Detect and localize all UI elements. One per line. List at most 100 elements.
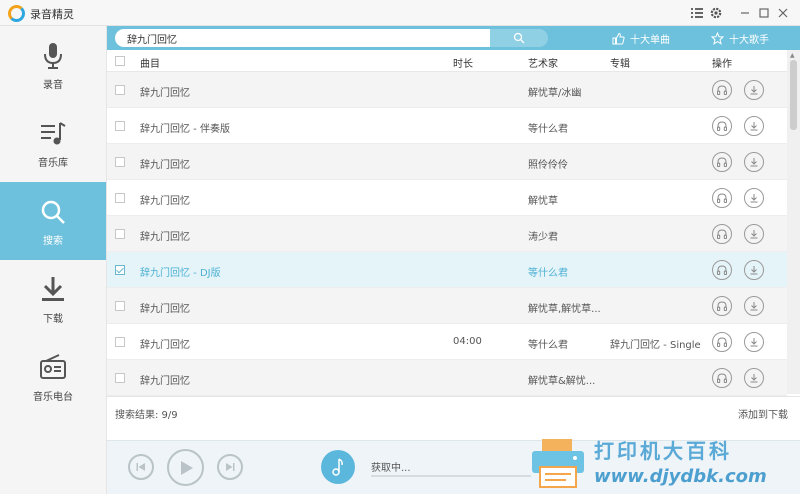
- row-checkbox[interactable]: [115, 337, 125, 347]
- sidebar-item-label: 搜索: [43, 236, 63, 247]
- download-button[interactable]: [744, 188, 764, 208]
- download-button[interactable]: [744, 152, 764, 172]
- headphones-icon: [717, 85, 728, 95]
- row-checkbox[interactable]: [115, 265, 125, 275]
- music-library-icon: [41, 122, 66, 145]
- sidebar-item-music-library[interactable]: 音乐库: [0, 104, 106, 182]
- previous-button[interactable]: [128, 454, 154, 480]
- table-row[interactable]: 辞九门回忆 照伶伶伶: [107, 144, 787, 180]
- song-artist: 等什么君: [528, 268, 568, 279]
- sidebar-item-label: 录音: [43, 80, 63, 91]
- download-icon: [750, 122, 758, 131]
- row-checkbox[interactable]: [115, 121, 125, 131]
- headphones-icon: [717, 193, 728, 203]
- search-header: 十大单曲 十大歌手: [107, 26, 800, 50]
- song-title: 辞九门回忆: [140, 376, 190, 387]
- song-artist: 解忧草,解忧草...: [528, 304, 601, 315]
- listen-button[interactable]: [712, 188, 732, 208]
- listen-button[interactable]: [712, 224, 732, 244]
- song-artist: 等什么君: [528, 124, 568, 135]
- headphones-icon: [717, 229, 728, 239]
- listen-button[interactable]: [712, 332, 732, 352]
- table-row[interactable]: 辞九门回忆 04:00 等什么君 辞九门回忆 - Single: [107, 324, 787, 360]
- song-duration: 04:00: [453, 336, 482, 347]
- top-singers-link[interactable]: 十大歌手: [711, 31, 769, 46]
- star-icon: [711, 32, 724, 45]
- thumbs-up-icon: [612, 32, 625, 45]
- headphones-icon: [717, 301, 728, 311]
- search-box: [115, 29, 547, 47]
- download-button[interactable]: [744, 332, 764, 352]
- sidebar-item-record[interactable]: 录音: [0, 26, 106, 104]
- search-input[interactable]: [127, 31, 487, 45]
- table-row[interactable]: 辞九门回忆 解忧草,解忧草...: [107, 288, 787, 324]
- table-header: 曲目 时长 艺术家 专辑 操作: [107, 50, 787, 72]
- select-all-checkbox[interactable]: [115, 56, 125, 66]
- download-icon: [42, 277, 64, 301]
- scroll-up-arrow-icon[interactable]: ▲: [790, 52, 795, 59]
- headphones-icon: [717, 265, 728, 275]
- play-icon: [181, 461, 193, 475]
- listen-button[interactable]: [712, 152, 732, 172]
- watermark-title: 打印机大百科: [594, 439, 732, 463]
- table-row[interactable]: 辞九门回忆 - DJ版 等什么君: [107, 252, 787, 288]
- table-scrollbar[interactable]: ▲: [787, 50, 800, 394]
- maximize-icon[interactable]: [757, 6, 771, 20]
- add-to-download-button[interactable]: 添加到下载: [738, 406, 788, 421]
- download-button[interactable]: [744, 80, 764, 100]
- results-footer: 搜索结果: 9/9 添加到下载: [107, 396, 800, 424]
- result-count: 搜索结果: 9/9: [115, 410, 178, 421]
- download-button[interactable]: [744, 224, 764, 244]
- scroll-thumb[interactable]: [790, 60, 797, 130]
- download-button[interactable]: [744, 116, 764, 136]
- next-button[interactable]: [217, 454, 243, 480]
- next-icon: [226, 463, 235, 471]
- table-row[interactable]: 辞九门回忆 涛少君: [107, 216, 787, 252]
- download-icon: [750, 338, 758, 347]
- close-icon[interactable]: [776, 6, 790, 20]
- download-icon: [750, 230, 758, 239]
- download-icon: [750, 302, 758, 311]
- title-bar: 录音精灵: [0, 0, 800, 26]
- column-header-artist: 艺术家: [528, 59, 558, 70]
- listen-button[interactable]: [712, 260, 732, 280]
- top-singers-label: 十大歌手: [729, 35, 769, 46]
- row-checkbox[interactable]: [115, 229, 125, 239]
- top-songs-link[interactable]: 十大单曲: [612, 31, 670, 46]
- sidebar-item-search[interactable]: 搜索: [0, 182, 106, 260]
- playback-progress[interactable]: [371, 475, 531, 477]
- song-title: 辞九门回忆: [140, 196, 190, 207]
- music-note-icon: [332, 458, 343, 476]
- search-button[interactable]: [490, 29, 548, 47]
- table-row[interactable]: 辞九门回忆 解忧草: [107, 180, 787, 216]
- row-checkbox[interactable]: [115, 373, 125, 383]
- row-checkbox[interactable]: [115, 301, 125, 311]
- listen-button[interactable]: [712, 116, 732, 136]
- play-button[interactable]: [167, 449, 204, 486]
- sidebar-item-download[interactable]: 下载: [0, 260, 106, 338]
- row-checkbox[interactable]: [115, 193, 125, 203]
- download-icon: [750, 86, 758, 95]
- download-button[interactable]: [744, 296, 764, 316]
- download-icon: [750, 158, 758, 167]
- download-button[interactable]: [744, 368, 764, 388]
- row-checkbox[interactable]: [115, 157, 125, 167]
- listen-button[interactable]: [712, 296, 732, 316]
- table-row[interactable]: 辞九门回忆 解忧草&解忧...: [107, 360, 787, 396]
- song-artist: 照伶伶伶: [528, 160, 568, 171]
- listen-button[interactable]: [712, 80, 732, 100]
- listen-button[interactable]: [712, 368, 732, 388]
- minimize-icon[interactable]: [738, 6, 752, 20]
- menu-list-icon[interactable]: [690, 6, 704, 20]
- download-button[interactable]: [744, 260, 764, 280]
- microphone-icon: [44, 43, 62, 69]
- song-artist: 解忧草&解忧...: [528, 376, 596, 387]
- row-checkbox[interactable]: [115, 85, 125, 95]
- settings-gear-icon[interactable]: [709, 6, 723, 20]
- song-title: 辞九门回忆 - DJ版: [140, 268, 221, 279]
- sidebar-item-radio[interactable]: 音乐电台: [0, 338, 106, 416]
- table-row[interactable]: 辞九门回忆 - 伴奏版 等什么君: [107, 108, 787, 144]
- table-row[interactable]: 辞九门回忆 解忧草/冰幽: [107, 72, 787, 108]
- sidebar-item-label: 音乐库: [38, 158, 68, 169]
- sidebar: 录音 音乐库 搜索 下载 音乐电台: [0, 26, 107, 494]
